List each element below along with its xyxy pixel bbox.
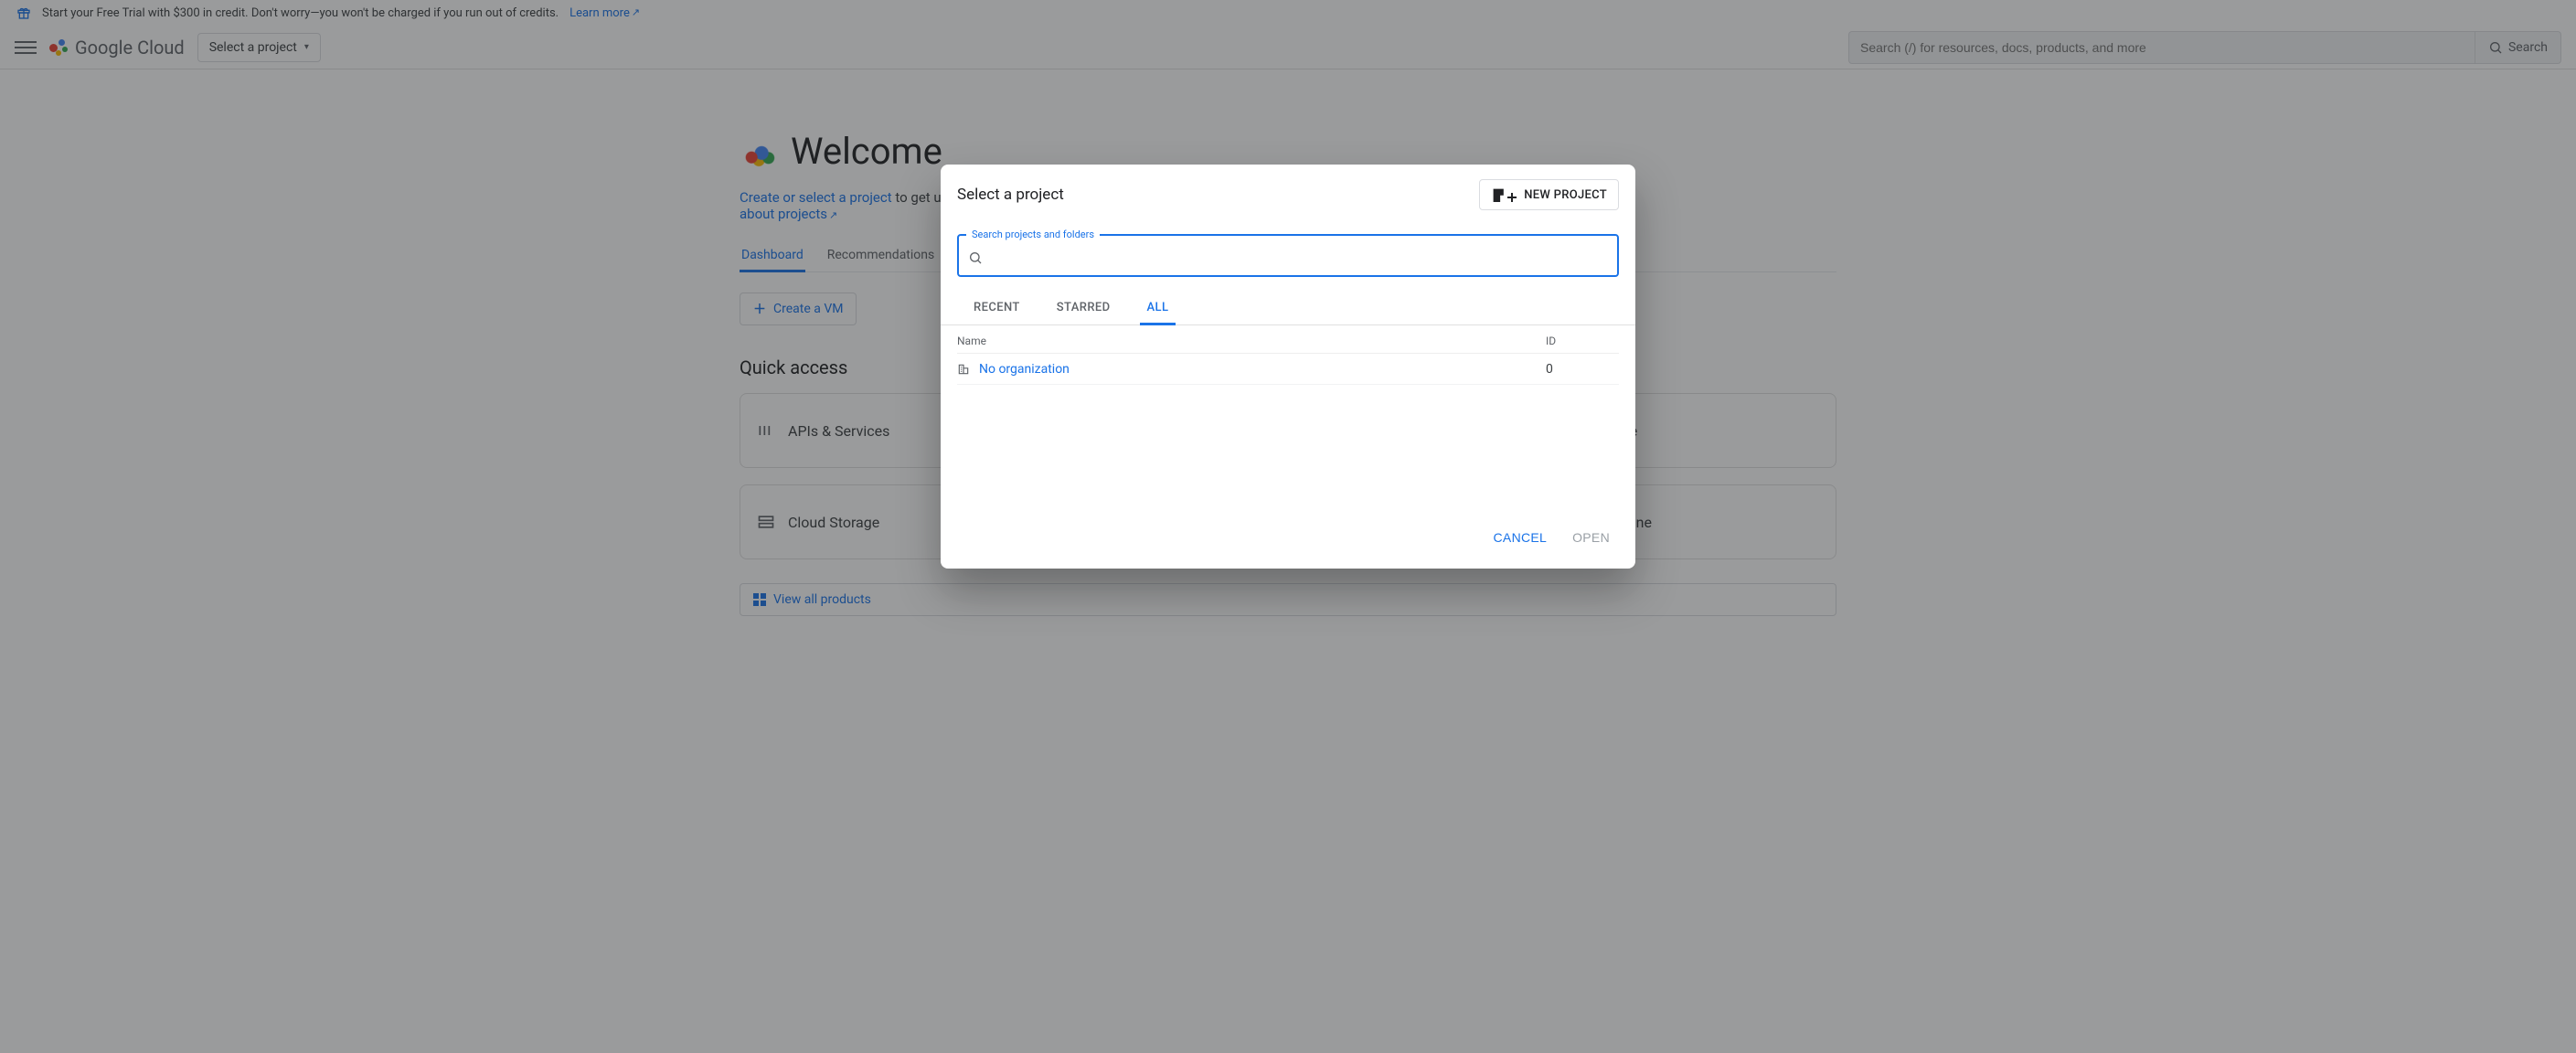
org-name-link[interactable]: No organization	[979, 362, 1070, 377]
column-name: Name	[957, 335, 1546, 347]
plus-icon	[1507, 193, 1517, 202]
dialog-search-input[interactable]	[990, 250, 1608, 266]
tab-all[interactable]: ALL	[1131, 290, 1186, 324]
table-row[interactable]: No organization 0	[957, 354, 1619, 385]
dialog-title: Select a project	[957, 186, 1470, 204]
open-button[interactable]: OPEN	[1563, 523, 1619, 552]
project-picker-dialog: Select a project NEW PROJECT Search proj…	[941, 165, 1635, 569]
dialog-search: Search projects and folders	[957, 229, 1619, 277]
dialog-tabs: RECENT STARRED ALL	[941, 290, 1635, 325]
dialog-table: Name ID No organization 0	[941, 325, 1635, 508]
tab-starred[interactable]: STARRED	[1040, 290, 1127, 324]
org-id: 0	[1546, 362, 1619, 377]
organization-icon	[957, 363, 970, 376]
new-project-button[interactable]: NEW PROJECT	[1479, 179, 1619, 210]
column-id: ID	[1546, 335, 1619, 347]
cancel-button[interactable]: CANCEL	[1485, 523, 1557, 552]
dialog-actions: CANCEL OPEN	[941, 508, 1635, 569]
new-project-label: NEW PROJECT	[1524, 188, 1607, 202]
search-icon	[968, 250, 983, 265]
new-project-icon	[1491, 187, 1506, 202]
dialog-search-legend: Search projects and folders	[966, 229, 1100, 240]
modal-scrim[interactable]: Select a project NEW PROJECT Search proj…	[0, 0, 2576, 1053]
tab-recent[interactable]: RECENT	[957, 290, 1037, 324]
